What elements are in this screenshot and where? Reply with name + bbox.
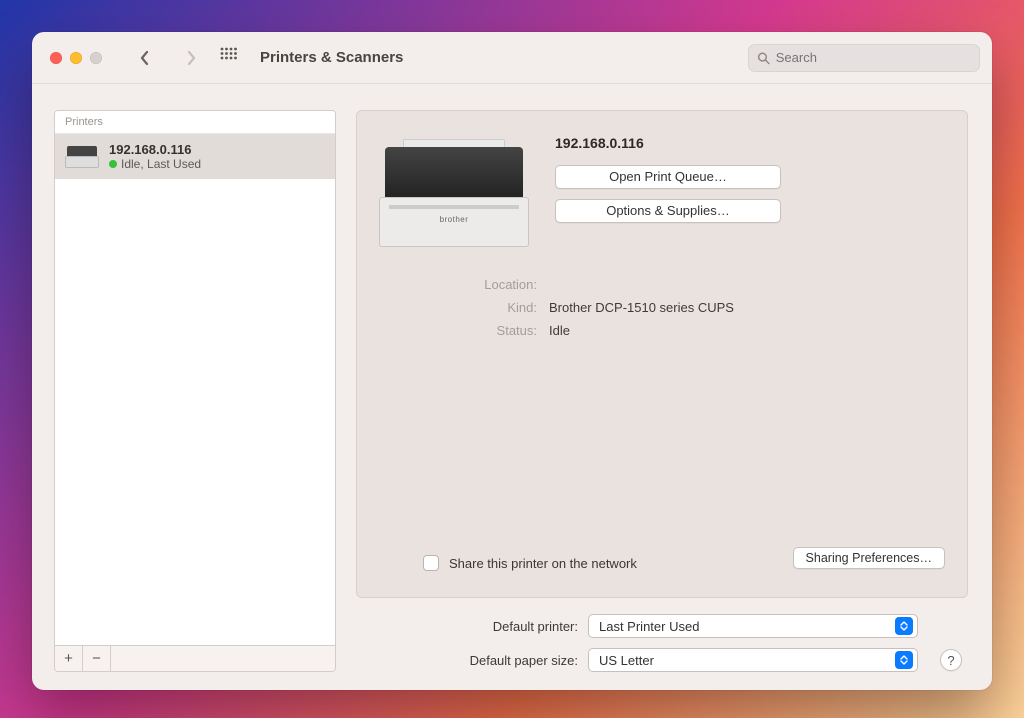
printer-list-header: Printers [55,111,335,134]
printer-item-status: Idle, Last Used [109,157,201,171]
search-input[interactable] [776,50,971,65]
printer-list-item[interactable]: 192.168.0.116 Idle, Last Used [55,134,335,179]
sharing-preferences-button[interactable]: Sharing Preferences… [793,547,945,569]
property-row-location: Location: [379,277,945,292]
printer-properties: Location: Kind: Brother DCP-1510 series … [379,277,945,346]
titlebar: Printers & Scanners [32,32,992,84]
property-key: Status: [379,323,537,338]
default-printer-label: Default printer: [493,619,578,634]
content: Printers 192.168.0.116 Idle, Last Used +… [32,84,992,690]
printer-detail-box: brother 192.168.0.116 Open Print Queue… … [356,110,968,598]
zoom-window-button[interactable] [90,52,102,64]
detail-info: 192.168.0.116 Open Print Queue… Options … [555,133,945,253]
select-stepper-icon [895,651,913,669]
default-paper-row: Default paper size: US Letter ? [356,648,962,672]
detail-title: 192.168.0.116 [555,135,945,151]
property-key: Location: [379,277,537,292]
detail-top: brother 192.168.0.116 Open Print Queue… … [379,133,945,253]
printer-item-name: 192.168.0.116 [109,142,201,157]
remove-printer-button[interactable]: − [83,646,111,671]
select-stepper-icon [895,617,913,635]
property-row-kind: Kind: Brother DCP-1510 series CUPS [379,300,945,315]
page-title: Printers & Scanners [260,49,403,66]
property-row-status: Status: Idle [379,323,945,338]
chevron-left-icon [139,50,151,66]
show-all-button[interactable] [220,47,238,68]
default-printer-value: Last Printer Used [599,619,699,634]
search-icon [757,51,770,65]
printer-list-empty-area [55,179,335,645]
main-panel: brother 192.168.0.116 Open Print Queue… … [356,110,968,672]
printer-list: Printers 192.168.0.116 Idle, Last Used +… [54,110,336,672]
printer-item-status-text: Idle, Last Used [121,157,201,171]
search-field[interactable] [748,44,980,72]
printer-image: brother [379,133,529,253]
back-button[interactable] [130,43,160,73]
status-dot-icon [109,160,117,168]
defaults-section: Default printer: Last Printer Used Defau… [356,614,968,672]
options-supplies-button[interactable]: Options & Supplies… [555,199,781,223]
forward-button[interactable] [176,43,206,73]
open-print-queue-button[interactable]: Open Print Queue… [555,165,781,189]
minimize-window-button[interactable] [70,52,82,64]
share-printer-checkbox[interactable] [423,555,439,571]
share-printer-label: Share this printer on the network [449,556,637,571]
default-paper-select[interactable]: US Letter [588,648,918,672]
property-value: Brother DCP-1510 series CUPS [549,300,734,315]
share-printer-row: Share this printer on the network Sharin… [379,537,945,579]
printer-list-footer: + − [55,645,335,671]
printer-icon [65,143,99,171]
close-window-button[interactable] [50,52,62,64]
default-paper-label: Default paper size: [470,653,578,668]
chevron-right-icon [185,50,197,66]
printer-item-text: 192.168.0.116 Idle, Last Used [109,142,201,171]
property-key: Kind: [379,300,537,315]
default-printer-select[interactable]: Last Printer Used [588,614,918,638]
property-value: Idle [549,323,570,338]
window-controls [44,52,102,64]
preferences-window: Printers & Scanners Printers 192.168.0.1… [32,32,992,690]
default-paper-value: US Letter [599,653,654,668]
default-printer-row: Default printer: Last Printer Used [356,614,962,638]
add-printer-button[interactable]: + [55,646,83,671]
grid-icon [220,47,238,65]
printer-brand-label: brother [379,215,529,224]
help-button[interactable]: ? [940,649,962,671]
